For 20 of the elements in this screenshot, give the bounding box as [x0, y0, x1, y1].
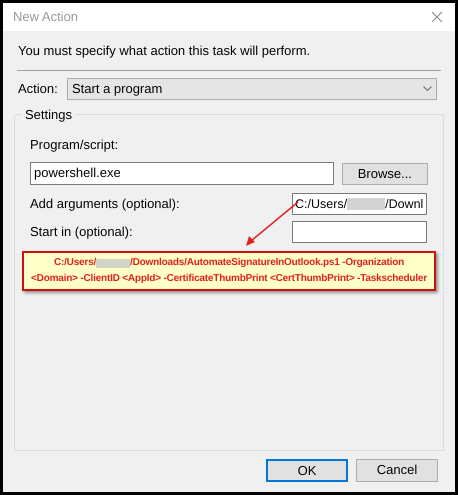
window-title: New Action	[13, 8, 78, 26]
arguments-input[interactable]: C:/Users/ /Downl	[292, 193, 427, 215]
blurred-redaction	[96, 258, 130, 268]
program-input[interactable]: powershell.exe	[30, 162, 334, 184]
start-in-label: Start in (optional):	[30, 223, 133, 242]
program-label: Program/script:	[30, 136, 120, 154]
action-dropdown[interactable]: Start a program	[67, 78, 437, 100]
instruction-text: You must specify what action this task will perform.	[17, 42, 312, 60]
arguments-label: Add arguments (optional):	[30, 195, 180, 214]
callout-text: /Downloads/AutomateSignatureInOutlook.ps1 -Organization	[130, 256, 404, 270]
close-icon[interactable]	[431, 11, 443, 23]
chevron-down-icon	[423, 86, 432, 91]
callout-text: C:/Users/	[54, 256, 96, 270]
dialog-button[interactable]: Cancel	[356, 458, 438, 482]
start-in-input[interactable]	[292, 221, 427, 243]
action-label: Action:	[18, 80, 59, 98]
browse-button[interactable]: Browse...	[342, 163, 428, 185]
callout-text: <Domain> -ClientID <AppId> -CertificateThumbPrint <CertThumbPrint> -Taskscheduler	[31, 272, 427, 286]
blurred-redaction	[347, 198, 386, 210]
dialog-button[interactable]: OK	[266, 458, 348, 482]
